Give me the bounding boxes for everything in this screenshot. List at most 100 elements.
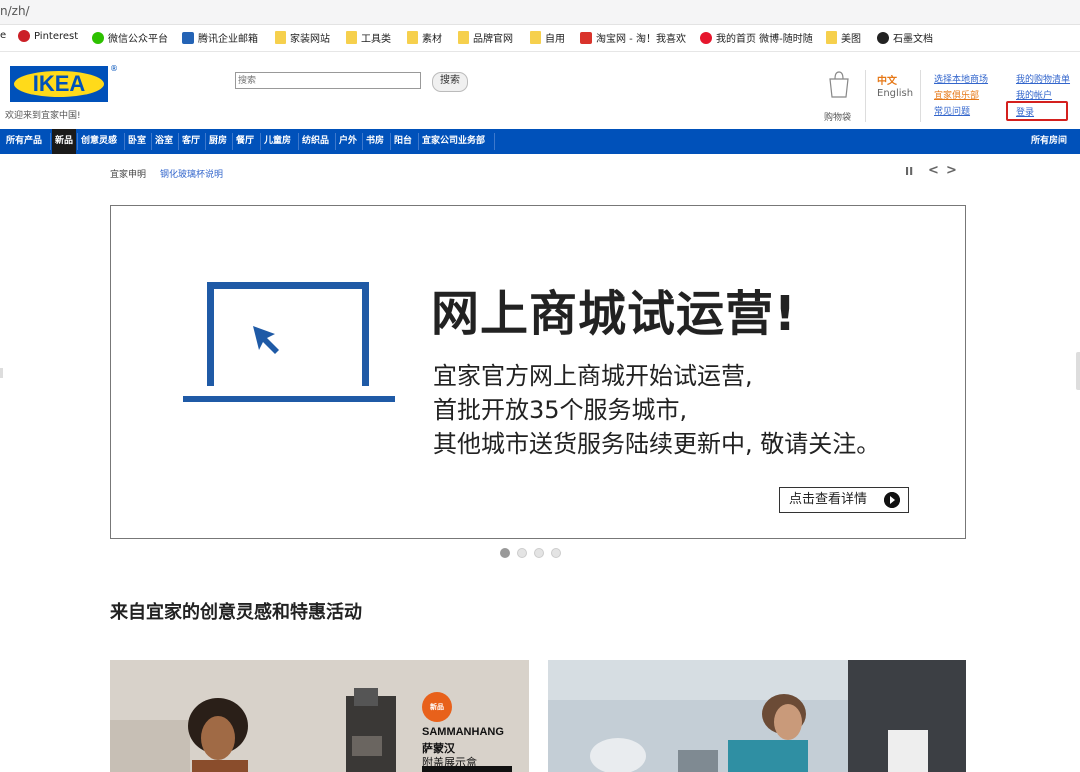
- folder-icon: [530, 31, 541, 44]
- divider: [920, 70, 921, 122]
- mail-icon: [182, 31, 194, 44]
- search-button[interactable]: 搜索: [432, 72, 468, 92]
- nav-item-new[interactable]: 新品: [52, 129, 77, 154]
- faq-link[interactable]: 常见问题: [934, 104, 970, 117]
- taobao-icon: [580, 31, 592, 44]
- bookmark-item[interactable]: 美图: [826, 30, 861, 45]
- view-details-label: 点击查看详情: [789, 492, 868, 507]
- hero-banner[interactable]: 网上商城试运营! 宜家官方网上商城开始试运营, 首批开放35个服务城市, 其他城…: [110, 205, 966, 539]
- banner-title: 网上商城试运营!: [431, 286, 797, 342]
- laptop-base: [183, 396, 395, 402]
- bookmark-item[interactable]: 素材: [407, 30, 442, 45]
- nav-item-living-room[interactable]: 客厅: [179, 129, 203, 154]
- side-scroll-tab[interactable]: [1076, 352, 1080, 390]
- registered-mark: ®: [110, 64, 118, 73]
- nav-item-bedroom[interactable]: 卧室: [125, 129, 149, 154]
- prev-arrow-icon[interactable]: <: [928, 163, 939, 178]
- nav-item-inspiration[interactable]: 创意灵感: [78, 129, 120, 154]
- bookmark-item[interactable]: 品牌官网: [458, 30, 513, 45]
- cart-label[interactable]: 购物袋: [824, 110, 851, 123]
- notice-link[interactable]: 钢化玻璃杯说明: [160, 167, 223, 180]
- carousel-dot[interactable]: [534, 548, 544, 558]
- bookmark-item[interactable]: 腾讯企业邮箱: [182, 30, 258, 45]
- my-account-link[interactable]: 我的帐户: [1016, 88, 1052, 101]
- search-input[interactable]: [235, 72, 421, 89]
- bookmark-label: 自用: [545, 34, 565, 45]
- bookmark-label: 微信公众平台: [108, 34, 168, 45]
- bookmark-item[interactable]: 淘宝网 - 淘！我喜欢: [580, 30, 686, 45]
- bookmark-label: 石墨文档: [893, 34, 933, 45]
- ikea-logo[interactable]: IKEA: [10, 66, 108, 102]
- logo-oval: IKEA: [14, 71, 104, 97]
- nav-item-kitchen[interactable]: 厨房: [206, 129, 230, 154]
- shopping-list-link[interactable]: 我的购物清单: [1016, 72, 1070, 85]
- nav-item-business[interactable]: 宜家公司业务部: [419, 129, 488, 154]
- bookmark-item[interactable]: 我的首页 微博-随时随: [700, 30, 813, 45]
- banner-line: 首批开放35个服务城市,: [433, 396, 688, 424]
- new-badge: 新品: [422, 692, 452, 722]
- bookmark-label: 家装网站: [290, 34, 330, 45]
- promo-tile[interactable]: [548, 660, 966, 772]
- nav-separator: [50, 133, 51, 150]
- ikea-family-link[interactable]: 宜家俱乐部: [934, 88, 979, 101]
- bookmark-item[interactable]: Pinterest: [18, 30, 78, 42]
- pause-icon[interactable]: II: [905, 165, 913, 178]
- bookmark-label: 腾讯企业邮箱: [198, 34, 258, 45]
- banner-line: 宜家官方网上商城开始试运营,: [433, 362, 753, 390]
- main-nav: 所有产品 新品 创意灵感 卧室 浴室 客厅 厨房 餐厅 儿童房 纺织品 户外 书…: [0, 129, 1080, 154]
- banner-line: 其他城市送货服务陆续更新中, 敬请关注。: [433, 430, 881, 458]
- carousel-dots: [500, 548, 561, 558]
- carousel-dot[interactable]: [517, 548, 527, 558]
- nav-item-study[interactable]: 书房: [363, 129, 387, 154]
- shimo-icon: [877, 31, 889, 44]
- bookmarks-bar: e Pinterest 微信公众平台 腾讯企业邮箱 家装网站 工具类 素材 品牌…: [0, 25, 1080, 52]
- nav-item-bathroom[interactable]: 浴室: [152, 129, 176, 154]
- bookmark-item[interactable]: 微信公众平台: [92, 30, 168, 45]
- next-arrow-icon[interactable]: >: [946, 163, 957, 178]
- lang-en-link[interactable]: English: [877, 88, 913, 99]
- promo-product-name: SAMMANHANG: [422, 726, 504, 738]
- nav-item-all-products[interactable]: 所有产品: [3, 129, 45, 154]
- weibo-icon: [700, 31, 712, 44]
- divider: [865, 70, 866, 122]
- logo-text: IKEA: [32, 71, 86, 96]
- lang-zh-link[interactable]: 中文: [877, 72, 897, 87]
- promo-photo: [548, 660, 966, 772]
- bookmark-label: 我的首页 微博-随时随: [716, 34, 813, 45]
- nav-item-kids[interactable]: 儿童房: [261, 129, 294, 154]
- bookmark-label: 素材: [422, 34, 442, 45]
- bookmark-item[interactable]: 工具类: [346, 30, 391, 45]
- folder-icon: [458, 31, 469, 44]
- nav-item-outdoor[interactable]: 户外: [336, 129, 360, 154]
- bookmark-item[interactable]: e: [0, 30, 6, 41]
- nav-item-dining[interactable]: 餐厅: [233, 129, 257, 154]
- folder-icon: [826, 31, 837, 44]
- wechat-icon: [92, 31, 104, 44]
- promo-tile[interactable]: 新品 SAMMANHANG 萨蒙汉 附盖展示盒: [110, 660, 529, 772]
- bookmark-label: 美图: [841, 34, 861, 45]
- bookmark-item[interactable]: 自用: [530, 30, 565, 45]
- cursor-arrow-icon: [253, 326, 279, 354]
- pinterest-icon: [18, 30, 30, 42]
- laptop-illustration: [207, 282, 369, 386]
- view-details-button[interactable]: 点击查看详情: [779, 487, 909, 513]
- shopping-bag-icon[interactable]: [827, 70, 851, 98]
- folder-icon: [407, 31, 418, 44]
- choose-store-link[interactable]: 选择本地商场: [934, 72, 988, 85]
- notice-label: 宜家申明: [110, 170, 147, 180]
- bookmark-label: 工具类: [361, 34, 391, 45]
- nav-item-balcony[interactable]: 阳台: [391, 129, 415, 154]
- promo-price: [422, 766, 512, 772]
- side-scroll-tab[interactable]: [0, 368, 3, 378]
- address-text: n/zh/: [0, 4, 30, 18]
- folder-icon: [275, 31, 286, 44]
- bookmark-item[interactable]: 家装网站: [275, 30, 330, 45]
- folder-icon: [346, 31, 357, 44]
- bookmark-item[interactable]: 石墨文档: [877, 30, 933, 45]
- nav-item-textiles[interactable]: 纺织品: [299, 129, 332, 154]
- section-title: 来自宜家的创意灵感和特惠活动: [110, 602, 362, 623]
- carousel-dot[interactable]: [500, 548, 510, 558]
- nav-item-all-rooms[interactable]: 所有房间: [1028, 129, 1070, 154]
- address-bar[interactable]: n/zh/: [0, 0, 1080, 25]
- carousel-dot[interactable]: [551, 548, 561, 558]
